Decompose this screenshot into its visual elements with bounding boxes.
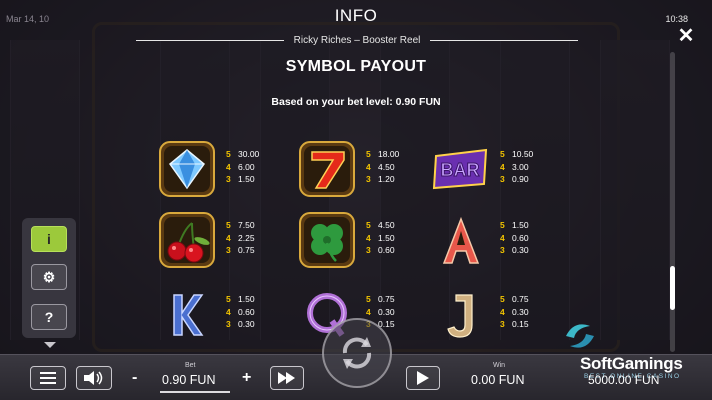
payout-table: 5 18.00 4 4.50 3 1.20 bbox=[366, 148, 399, 186]
payout-row: 5 1.50 bbox=[500, 220, 529, 230]
payout-row: 30.15 bbox=[500, 319, 529, 329]
symbol-j: 5 0.75 4 0.30 3 0.15 bbox=[432, 285, 562, 345]
info-button[interactable]: i bbox=[31, 226, 67, 252]
payout-table: 5 1.50 4 0.60 3 0.30 bbox=[226, 293, 255, 331]
close-icon: ✕ bbox=[677, 25, 695, 47]
payout-row: 3 0.90 bbox=[500, 174, 529, 184]
logo-text: SoftGamings bbox=[580, 354, 683, 373]
hamburger-icon bbox=[40, 372, 56, 384]
menu-pointer bbox=[44, 342, 56, 348]
question-icon: ? bbox=[44, 309, 54, 325]
payout-table: 5 1.50 4 0.60 3 0.30 bbox=[500, 219, 529, 257]
payout-row: 5 10.50 bbox=[500, 149, 534, 159]
seven-icon bbox=[299, 141, 355, 197]
softgamings-logo: SoftGamings BEST ONLINE CASINO bbox=[560, 318, 710, 380]
bet-increase-button[interactable]: + bbox=[242, 369, 251, 387]
symbol-cherry: 5 7.50 4 2.25 3 0.75 bbox=[158, 211, 288, 271]
letter-j-icon bbox=[447, 294, 473, 338]
payout-table: 5 4.50 4 1.50 3 0.60 bbox=[366, 219, 395, 257]
payout-row: 3 1.50 bbox=[226, 174, 255, 184]
symbol-diamond: 5 30.00 4 6.00 3 1.50 bbox=[158, 140, 288, 200]
scrollbar-thumb[interactable] bbox=[670, 266, 675, 310]
fast-forward-icon bbox=[278, 372, 295, 384]
payout-row: 3 1.20 bbox=[366, 174, 395, 184]
payout-row: 4 4.50 bbox=[366, 161, 395, 172]
close-button[interactable]: ✕ bbox=[676, 26, 696, 46]
payout-row: 4 0.30 bbox=[500, 306, 529, 317]
sound-button[interactable] bbox=[76, 366, 112, 390]
bet-decrease-button[interactable]: - bbox=[132, 369, 137, 387]
payout-row: 5 18.00 bbox=[366, 149, 400, 159]
payout-row: 4 6.00 bbox=[226, 161, 255, 172]
payout-table: 50.75 40.30 30.15 bbox=[500, 293, 529, 331]
settings-button[interactable]: ⚙ bbox=[31, 264, 67, 290]
balance-value: 5000.00 FUN bbox=[588, 373, 660, 387]
cherry-icon bbox=[159, 212, 215, 268]
payout-row: 5 1.50 bbox=[226, 294, 255, 304]
win-value: 0.00 FUN bbox=[471, 373, 525, 387]
bet-value: 0.90 FUN bbox=[162, 373, 216, 387]
svg-text:BAR: BAR bbox=[441, 160, 480, 180]
autoplay-button[interactable] bbox=[406, 366, 440, 390]
payout-row: 3 0.75 bbox=[226, 245, 255, 255]
clover-icon bbox=[299, 212, 355, 268]
payout-row: 3 0.30 bbox=[500, 245, 529, 255]
diamond-icon bbox=[159, 141, 215, 197]
payout-table: 5 10.50 4 3.00 3 0.90 bbox=[500, 148, 533, 186]
game-name: Ricky Riches – Booster Reel bbox=[293, 34, 421, 46]
divider bbox=[430, 39, 578, 41]
payout-row: 5 4.50 bbox=[366, 220, 395, 230]
symbol-clover: 5 4.50 4 1.50 3 0.60 bbox=[298, 211, 428, 271]
payout-row: 3 0.30 bbox=[226, 319, 255, 329]
payout-table: 5 7.50 4 2.25 3 0.75 bbox=[226, 219, 255, 257]
letter-k-icon bbox=[173, 294, 204, 336]
payout-row: 5 7.50 bbox=[226, 220, 255, 230]
payout-row: 4 3.00 bbox=[500, 161, 529, 172]
info-icon: i bbox=[47, 231, 51, 247]
menu-button[interactable] bbox=[30, 366, 66, 390]
symbol-seven: 5 18.00 4 4.50 3 1.20 bbox=[298, 140, 428, 200]
symbol-k: 5 1.50 4 0.60 3 0.30 bbox=[158, 285, 288, 345]
speaker-icon bbox=[84, 371, 103, 385]
payout-row: 4 0.60 bbox=[500, 232, 529, 243]
spin-button[interactable] bbox=[322, 318, 392, 388]
letter-a-icon bbox=[442, 216, 480, 264]
section-title: SYMBOL PAYOUT bbox=[285, 58, 427, 75]
help-button[interactable]: ? bbox=[31, 304, 67, 330]
symbol-bar: BAR 5 10.50 4 3.00 3 0.90 bbox=[432, 140, 562, 200]
divider bbox=[136, 39, 284, 41]
payout-table: 5 30.00 4 6.00 3 1.50 bbox=[226, 148, 259, 186]
spin-arrows-icon bbox=[342, 337, 372, 369]
payout-row: 5 30.00 bbox=[226, 149, 260, 159]
gear-icon: ⚙ bbox=[42, 268, 56, 285]
payout-row: 3 0.60 bbox=[366, 245, 395, 255]
turbo-button[interactable] bbox=[270, 366, 304, 390]
bet-label: Bet bbox=[185, 362, 196, 369]
payout-row: 4 1.50 bbox=[366, 232, 395, 243]
payout-row: 4 0.30 bbox=[366, 306, 395, 317]
payout-row: 4 0.60 bbox=[226, 306, 255, 317]
win-label: Win bbox=[493, 362, 506, 369]
bet-underline bbox=[160, 391, 230, 393]
play-icon bbox=[417, 371, 429, 385]
game-name-row: Ricky Riches – Booster Reel bbox=[136, 34, 578, 46]
payout-row: 5 0.75 bbox=[500, 294, 529, 304]
payout-row: 4 2.25 bbox=[226, 232, 255, 243]
bet-level-text: Based on your bet level: 0.90 FUN bbox=[271, 96, 441, 108]
logo-mark-icon bbox=[566, 324, 594, 348]
symbol-a: 5 1.50 4 0.60 3 0.30 bbox=[432, 211, 562, 271]
payout-row: 5 0.75 bbox=[366, 294, 395, 304]
bar-icon: BAR bbox=[432, 148, 488, 190]
page-title: INFO bbox=[334, 6, 378, 25]
